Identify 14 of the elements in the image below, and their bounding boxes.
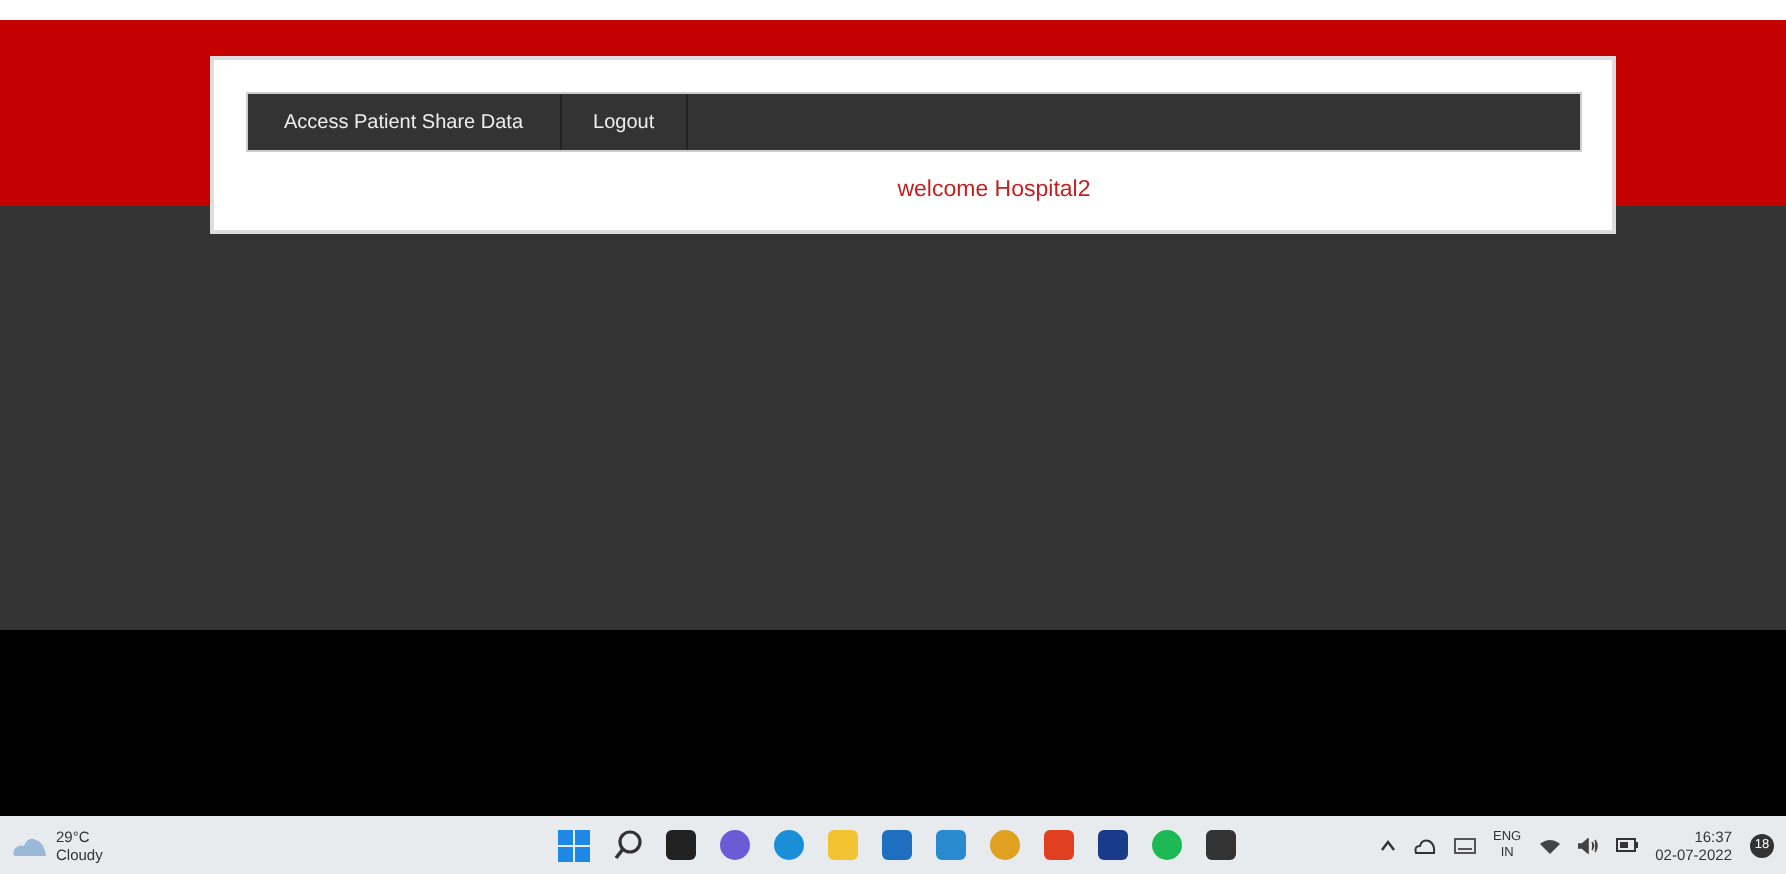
app-icon[interactable] bbox=[1098, 830, 1128, 860]
speaker-icon[interactable] bbox=[1577, 837, 1598, 853]
app-icon[interactable] bbox=[666, 830, 696, 860]
start-icon[interactable] bbox=[558, 829, 590, 861]
chevron-up-icon[interactable] bbox=[1379, 839, 1396, 851]
search-icon[interactable] bbox=[614, 830, 642, 860]
keyboard-icon[interactable] bbox=[1453, 837, 1476, 853]
cloud-icon[interactable] bbox=[1413, 837, 1436, 853]
app-icon[interactable] bbox=[1206, 830, 1236, 860]
nav-link[interactable]: Access Patient Share Data bbox=[248, 94, 562, 150]
wifi-icon[interactable] bbox=[1539, 837, 1560, 853]
battery-icon[interactable] bbox=[1615, 838, 1638, 852]
welcome-text: welcome Hospital2 bbox=[895, 178, 1093, 202]
nav-link[interactable]: Logout bbox=[561, 94, 689, 150]
